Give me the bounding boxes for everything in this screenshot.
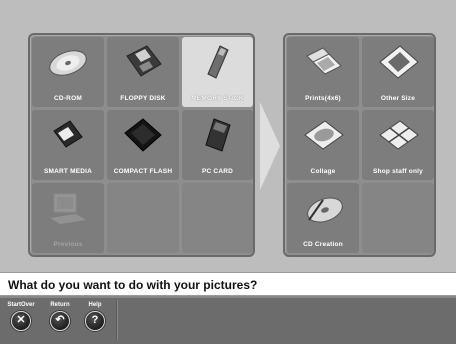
smart-media-icon <box>32 115 104 159</box>
compact-flash-icon <box>107 115 179 159</box>
tile-smart-media[interactable]: SMART MEDIA <box>32 110 104 180</box>
tile-prints-4x6[interactable]: Prints(4x6) <box>287 37 359 107</box>
tile-other-size[interactable]: Other Size <box>362 37 434 107</box>
prints-icon <box>287 42 359 86</box>
tile-memory-stick[interactable]: MEMORY STICK <box>182 37 253 107</box>
arrow-right-icon <box>260 102 280 190</box>
return-button[interactable]: Return ↶ <box>45 300 75 344</box>
bottom-toolbar: StartOver ✕ Return ↶ Help ? <box>0 296 456 344</box>
tile-label: COMPACT FLASH <box>113 168 173 175</box>
tile-floppy-disk[interactable]: FLOPPY DISK <box>107 37 179 107</box>
tile-label: PC CARD <box>201 168 233 175</box>
help-button[interactable]: Help ? <box>80 300 110 344</box>
main-area: CD-ROM FLOPPY DISK MEMORY STICK SMART ME… <box>0 0 456 272</box>
tile-label: Shop staff only <box>373 168 423 175</box>
collage-icon <box>287 115 359 159</box>
startover-button[interactable]: StartOver ✕ <box>6 300 36 344</box>
startover-label: StartOver <box>7 302 35 308</box>
tile-collage[interactable]: Collage <box>287 110 359 180</box>
tile-label: Prints(4x6) <box>305 95 341 102</box>
tile-cd-creation[interactable]: CD Creation <box>287 183 359 253</box>
tile-cd-rom[interactable]: CD-ROM <box>32 37 104 107</box>
toolbar-divider <box>116 300 118 340</box>
empty-tile <box>182 183 253 253</box>
prompt-bar: What do you want to do with your picture… <box>0 272 456 296</box>
other-size-icon <box>362 42 434 86</box>
tile-label: Previous <box>53 241 83 248</box>
cd-creation-icon <box>287 188 359 232</box>
tile-pc-card[interactable]: PC CARD <box>182 110 253 180</box>
tile-label: SMART MEDIA <box>43 168 93 175</box>
tile-label: MEMORY STICK <box>191 95 244 102</box>
empty-tile <box>362 183 434 253</box>
pc-card-icon <box>182 115 253 159</box>
floppy-disk-icon <box>107 42 179 86</box>
help-label: Help <box>88 302 102 308</box>
close-icon: ✕ <box>11 311 31 331</box>
prompt-text: What do you want to do with your picture… <box>8 278 258 292</box>
return-arrow-icon: ↶ <box>50 311 70 331</box>
shop-staff-icon <box>362 115 434 159</box>
tile-label: CD-ROM <box>54 95 82 102</box>
empty-tile <box>107 183 179 253</box>
output-panel: Prints(4x6) Other Size Collage Shop staf… <box>283 33 436 257</box>
tile-label: Collage <box>310 168 336 175</box>
help-icon: ? <box>85 311 105 331</box>
tile-shop-staff-only[interactable]: Shop staff only <box>362 110 434 180</box>
computer-icon <box>32 188 104 232</box>
tile-label: Other Size <box>380 95 416 102</box>
tile-compact-flash[interactable]: COMPACT FLASH <box>107 110 179 180</box>
tile-label: CD Creation <box>303 241 343 248</box>
tile-label: FLOPPY DISK <box>120 95 166 102</box>
cd-rom-icon <box>32 42 104 86</box>
source-panel: CD-ROM FLOPPY DISK MEMORY STICK SMART ME… <box>28 33 255 257</box>
return-label: Return <box>50 302 70 308</box>
memory-stick-icon <box>182 42 253 86</box>
tile-previous: Previous <box>32 183 104 253</box>
